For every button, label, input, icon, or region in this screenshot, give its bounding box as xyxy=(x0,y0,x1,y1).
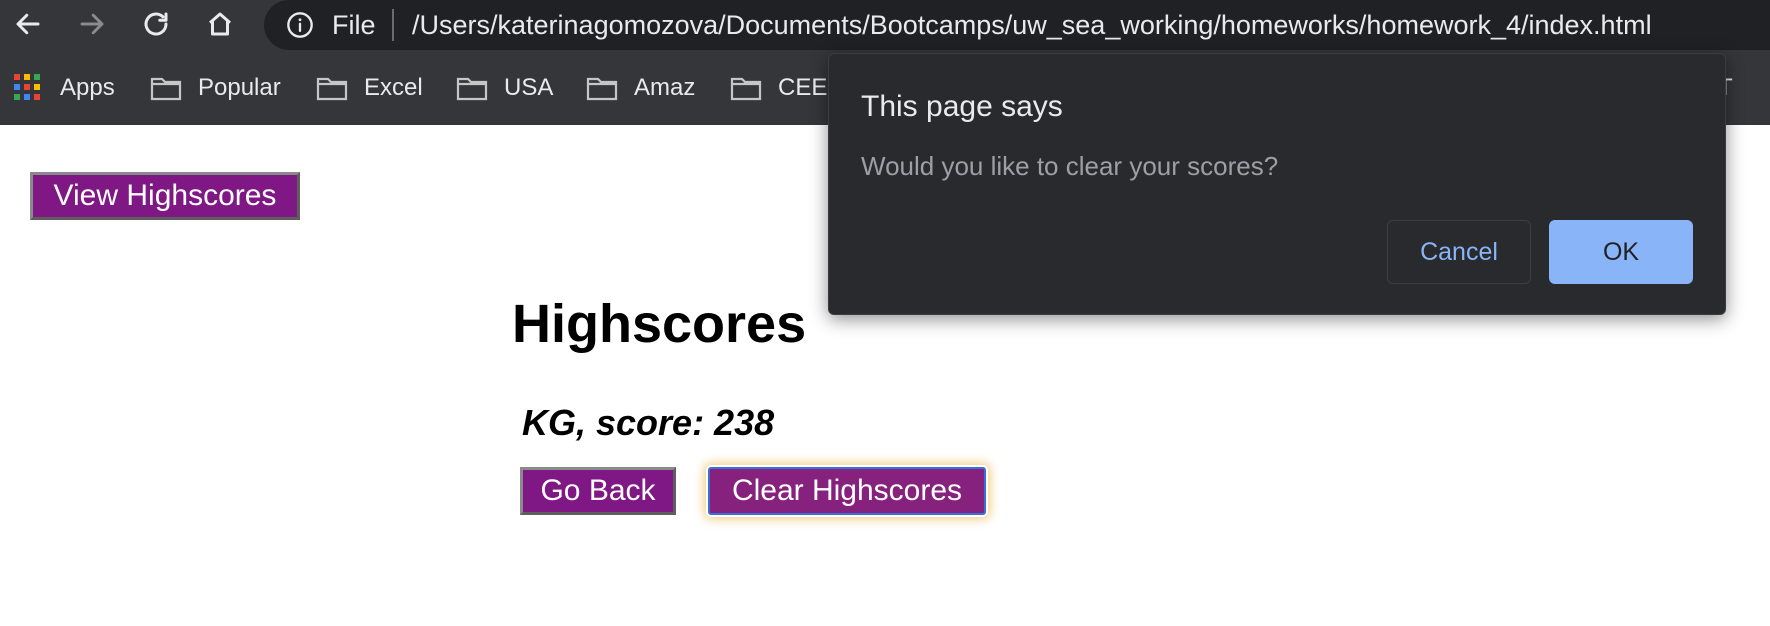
back-icon[interactable] xyxy=(8,4,48,44)
page-title: Highscores xyxy=(512,294,807,354)
dialog-message: Would you like to clear your scores? xyxy=(861,151,1279,181)
cancel-button[interactable]: Cancel xyxy=(1387,220,1531,284)
clear-highscores-button[interactable]: Clear Highscores xyxy=(708,467,986,515)
ok-button[interactable]: OK xyxy=(1549,220,1693,284)
bookmark-label: CEE xyxy=(778,74,828,101)
bookmark-folder-amaz[interactable]: Amaz xyxy=(586,72,695,104)
bookmark-label: Amaz xyxy=(634,74,696,101)
bookmark-folder-popular[interactable]: Popular xyxy=(150,72,281,104)
apps-grid-icon xyxy=(14,74,42,102)
info-icon[interactable] xyxy=(286,11,314,39)
view-highscores-button[interactable]: View Highscores xyxy=(30,172,300,220)
address-bar[interactable]: File /Users/katerinagomozova/Documents/B… xyxy=(264,0,1770,50)
reload-icon[interactable] xyxy=(136,4,176,44)
url-scheme-label: File xyxy=(332,10,376,40)
bookmark-folder-usa[interactable]: USA xyxy=(456,72,553,104)
dialog-title: This page says xyxy=(861,90,1063,123)
bookmark-folder-cee[interactable]: CEE xyxy=(730,72,827,104)
bookmark-label: Popular xyxy=(198,74,281,101)
folder-icon xyxy=(316,77,348,101)
forward-icon[interactable] xyxy=(72,4,112,44)
bookmark-label: Excel xyxy=(364,74,423,101)
highscore-entry: KG, score: 238 xyxy=(522,402,775,443)
browser-toolbar: File /Users/katerinagomozova/Documents/B… xyxy=(0,0,1770,50)
bookmark-folder-excel[interactable]: Excel xyxy=(316,72,423,104)
bookmark-label: Apps xyxy=(60,74,115,101)
folder-icon xyxy=(586,77,618,101)
go-back-button[interactable]: Go Back xyxy=(520,467,676,515)
folder-icon xyxy=(730,77,762,101)
bookmark-label: USA xyxy=(504,74,554,101)
home-icon[interactable] xyxy=(200,4,240,44)
bookmark-apps[interactable]: Apps xyxy=(14,72,115,104)
address-separator xyxy=(392,9,394,41)
folder-icon xyxy=(150,77,182,101)
folder-icon xyxy=(456,77,488,101)
url-text[interactable]: /Users/katerinagomozova/Documents/Bootca… xyxy=(412,8,1652,42)
confirm-dialog: This page says Would you like to clear y… xyxy=(828,53,1726,315)
